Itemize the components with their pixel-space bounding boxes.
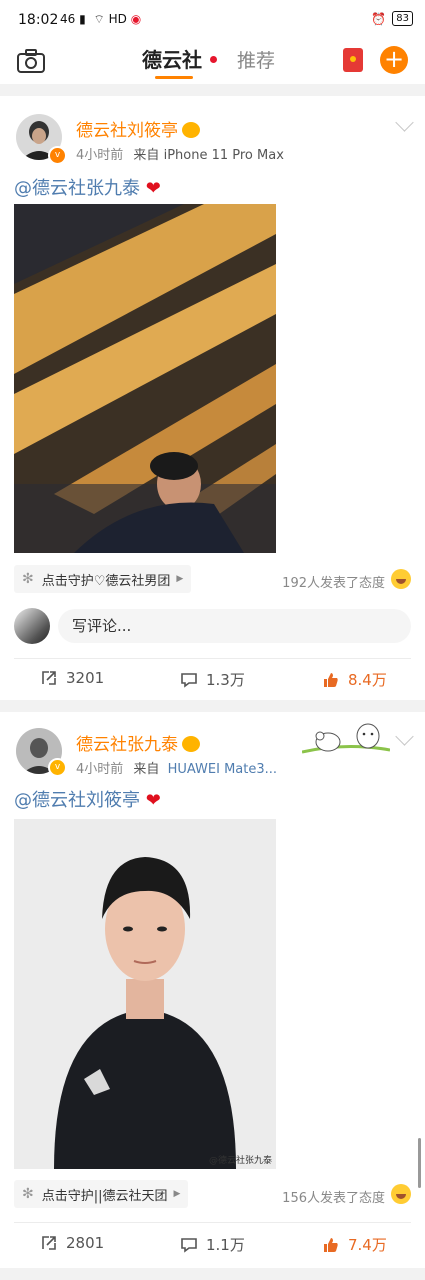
like-button[interactable]: 8.4万 bbox=[322, 669, 387, 690]
tab-recommend[interactable]: 推荐 bbox=[237, 46, 275, 73]
post-image[interactable]: @德云社张九泰 bbox=[14, 819, 276, 1169]
status-time: 18:02 bbox=[18, 12, 59, 28]
image-watermark: @德云社张九泰 bbox=[208, 1156, 272, 1166]
divider bbox=[14, 658, 411, 659]
topic-chip[interactable]: ✻ 点击守护||德云社天团 ▶ bbox=[14, 1180, 189, 1208]
comment-count: 1.3万 bbox=[206, 671, 245, 689]
tab-underline bbox=[155, 76, 193, 79]
like-count: 7.4万 bbox=[348, 1236, 387, 1254]
comment-button[interactable]: 1.3万 bbox=[180, 669, 245, 690]
repost-icon bbox=[42, 671, 56, 685]
thumbs-up-icon bbox=[324, 672, 338, 687]
source-prefix: 来自 bbox=[133, 762, 160, 777]
verified-badge-icon: v bbox=[48, 146, 67, 165]
divider bbox=[14, 1222, 411, 1223]
repost-count: 2801 bbox=[66, 1234, 105, 1252]
laugh-emoji-icon[interactable] bbox=[391, 569, 411, 589]
my-avatar bbox=[14, 608, 50, 644]
alarm-icon: ⏰ bbox=[371, 11, 387, 26]
post-source: iPhone 11 Pro Max bbox=[163, 148, 284, 163]
post-time: 4小时前 bbox=[76, 148, 124, 163]
repost-button[interactable]: 2801 bbox=[40, 1234, 104, 1252]
weibo-icon: ◉ bbox=[130, 12, 142, 26]
network-label: HD bbox=[108, 12, 127, 26]
topic-chip[interactable]: ✻ 点击守护♡德云社男团 ▶ bbox=[14, 565, 192, 593]
user-name[interactable]: 德云社刘筱亭 bbox=[76, 116, 200, 141]
post-source[interactable]: HUAWEI Mate3... bbox=[168, 762, 277, 777]
camera-icon[interactable] bbox=[16, 48, 46, 74]
verified-badge-icon: v bbox=[48, 758, 67, 777]
topic-label: 点击守护♡德云社男团 bbox=[41, 573, 171, 589]
post-meta: 4小时前 来自 iPhone 11 Pro Max bbox=[76, 144, 284, 163]
status-icons-right: ⏰ 83 bbox=[371, 11, 413, 26]
chevron-down-icon[interactable] bbox=[395, 113, 414, 132]
like-button[interactable]: 7.4万 bbox=[322, 1234, 387, 1255]
sparkle-icon: ✻ bbox=[22, 571, 34, 587]
laugh-emoji-icon[interactable] bbox=[391, 1184, 411, 1204]
compose-plus-button[interactable]: + bbox=[380, 46, 408, 74]
source-prefix: 来自 bbox=[133, 148, 160, 163]
member-crown-icon bbox=[182, 122, 200, 138]
cartoon-sheep-decoration-icon bbox=[302, 723, 390, 754]
post-time: 4小时前 bbox=[76, 762, 124, 777]
thumbs-up-icon bbox=[324, 1237, 338, 1252]
member-crown-icon bbox=[182, 736, 200, 752]
user-name-text[interactable]: 德云社刘筱亭 bbox=[76, 121, 178, 141]
repost-button[interactable]: 3201 bbox=[40, 669, 104, 687]
triangle-right-icon: ▶ bbox=[173, 1189, 181, 1199]
scrollbar[interactable] bbox=[418, 1138, 421, 1188]
repost-icon bbox=[42, 1236, 56, 1250]
signal-icon: ▮ bbox=[79, 12, 86, 26]
user-name[interactable]: 德云社张九泰 bbox=[76, 730, 200, 755]
comment-input[interactable]: 写评论... bbox=[58, 609, 411, 643]
comment-icon bbox=[181, 672, 197, 688]
post-card-2: v 德云社张九泰 4小时前 来自 HUAWEI Mate3... @德云社刘筱亭… bbox=[0, 712, 425, 1268]
unread-dot bbox=[210, 56, 217, 63]
repost-count: 3201 bbox=[66, 669, 105, 687]
triangle-right-icon: ▶ bbox=[176, 574, 184, 584]
battery-icon: 83 bbox=[392, 11, 413, 26]
status-bar: 18:02 46 ▮ ⌔ HD ◉ ⏰ 83 bbox=[0, 0, 425, 40]
heart-emoji: ❤ bbox=[145, 790, 161, 811]
user-name-text[interactable]: 德云社张九泰 bbox=[76, 735, 178, 755]
reaction-count[interactable]: 156人发表了态度 bbox=[282, 1187, 385, 1206]
post-text: @德云社张九泰 ❤ bbox=[14, 174, 161, 200]
chevron-down-icon[interactable] bbox=[395, 727, 414, 746]
post-text: @德云社刘筱亭 ❤ bbox=[14, 786, 161, 812]
sparkle-icon: ✻ bbox=[22, 1186, 34, 1202]
mention-link[interactable]: @德云社刘筱亭 bbox=[14, 790, 140, 811]
signal-text: 46 bbox=[60, 12, 76, 26]
top-nav: 德云社 推荐 + bbox=[0, 40, 425, 84]
mention-link[interactable]: @德云社张九泰 bbox=[14, 178, 140, 199]
like-count: 8.4万 bbox=[348, 671, 387, 689]
post-card-1: v 德云社刘筱亭 4小时前 来自 iPhone 11 Pro Max @德云社张… bbox=[0, 96, 425, 700]
post-meta: 4小时前 来自 HUAWEI Mate3... bbox=[76, 758, 277, 777]
status-icons-left: 46 ▮ ⌔ HD ◉ bbox=[60, 12, 141, 27]
comment-button[interactable]: 1.1万 bbox=[180, 1234, 245, 1255]
post-image[interactable] bbox=[14, 204, 276, 553]
comment-icon bbox=[181, 1237, 197, 1253]
topic-label: 点击守护||德云社天团 bbox=[41, 1188, 168, 1204]
comment-count: 1.1万 bbox=[206, 1236, 245, 1254]
heart-emoji: ❤ bbox=[145, 178, 161, 199]
reaction-count[interactable]: 192人发表了态度 bbox=[282, 572, 385, 591]
red-envelope-icon[interactable] bbox=[343, 48, 363, 72]
wifi-icon: ⌔ bbox=[93, 12, 105, 26]
tab-deyunshe[interactable]: 德云社 bbox=[142, 44, 202, 73]
